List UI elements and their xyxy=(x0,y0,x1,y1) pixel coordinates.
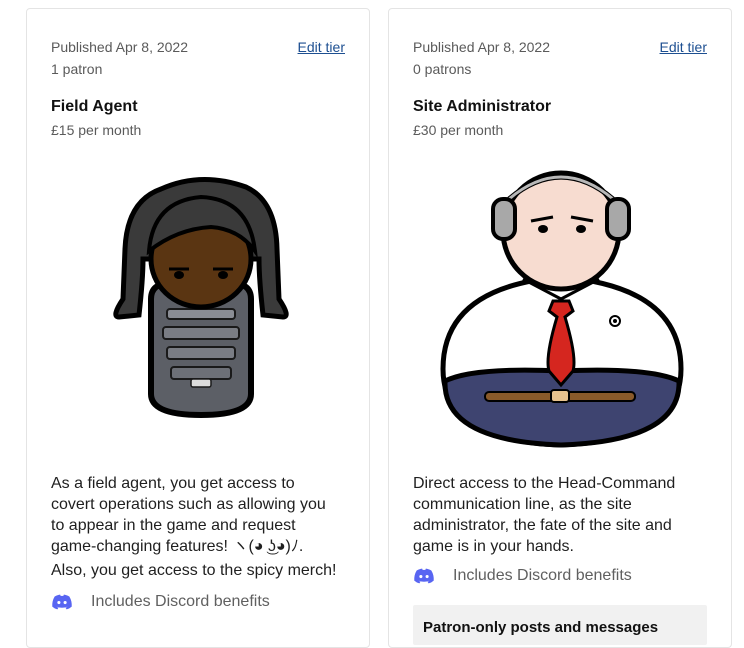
description-line: Direct access to the Head-Command xyxy=(413,475,676,492)
benefit-box: Patron-only posts and messages xyxy=(413,605,707,645)
description-line: game-changing features! ヽ(◕ ͜ʖ◕)ﾉ. xyxy=(51,538,304,555)
edit-tier-link[interactable]: Edit tier xyxy=(660,39,707,55)
published-date: Published Apr 8, 2022 xyxy=(51,39,188,55)
tier-description: Direct access to the Head-Command commun… xyxy=(413,473,713,557)
description-line: covert operations such as allowing you xyxy=(51,496,326,513)
field-agent-avatar-icon xyxy=(113,177,289,419)
discord-benefit: Includes Discord benefits xyxy=(51,592,270,612)
tier-name: Site Administrator xyxy=(413,98,552,115)
description-line: game is in your hands. xyxy=(413,538,574,555)
patron-count: 1 patron xyxy=(51,61,103,77)
discord-benefit-label: Includes Discord benefits xyxy=(91,593,270,610)
discord-icon xyxy=(52,594,72,610)
tier-description: As a field agent, you get access to cove… xyxy=(51,473,351,581)
tier-meta-row: Published Apr 8, 2022 Edit tier xyxy=(413,39,707,57)
site-admin-avatar-icon xyxy=(440,170,684,448)
description-line: to appear in the game and request xyxy=(51,517,296,534)
discord-benefit-label: Includes Discord benefits xyxy=(453,567,632,584)
tier-price: £15 per month xyxy=(51,122,142,138)
description-line: communication line, as the site xyxy=(413,496,632,513)
published-date: Published Apr 8, 2022 xyxy=(413,39,550,55)
tier-meta-row: Published Apr 8, 2022 Edit tier xyxy=(51,39,345,57)
tier-name: Field Agent xyxy=(51,98,138,115)
discord-benefit: Includes Discord benefits xyxy=(413,566,632,586)
description-line: As a field agent, you get access to xyxy=(51,475,295,492)
patron-count: 0 patrons xyxy=(413,61,472,77)
discord-icon xyxy=(414,568,434,584)
tier-price: £30 per month xyxy=(413,122,504,138)
benefit-box-heading: Patron-only posts and messages xyxy=(423,619,659,636)
edit-tier-link[interactable]: Edit tier xyxy=(298,39,345,55)
tier-card-site-administrator: Published Apr 8, 2022 Edit tier 0 patron… xyxy=(388,8,732,648)
description-line: Also, you get access to the spicy merch! xyxy=(51,562,337,579)
description-line: administrator, the fate of the site and xyxy=(413,517,672,534)
tier-card-field-agent: Published Apr 8, 2022 Edit tier 1 patron… xyxy=(26,8,370,648)
